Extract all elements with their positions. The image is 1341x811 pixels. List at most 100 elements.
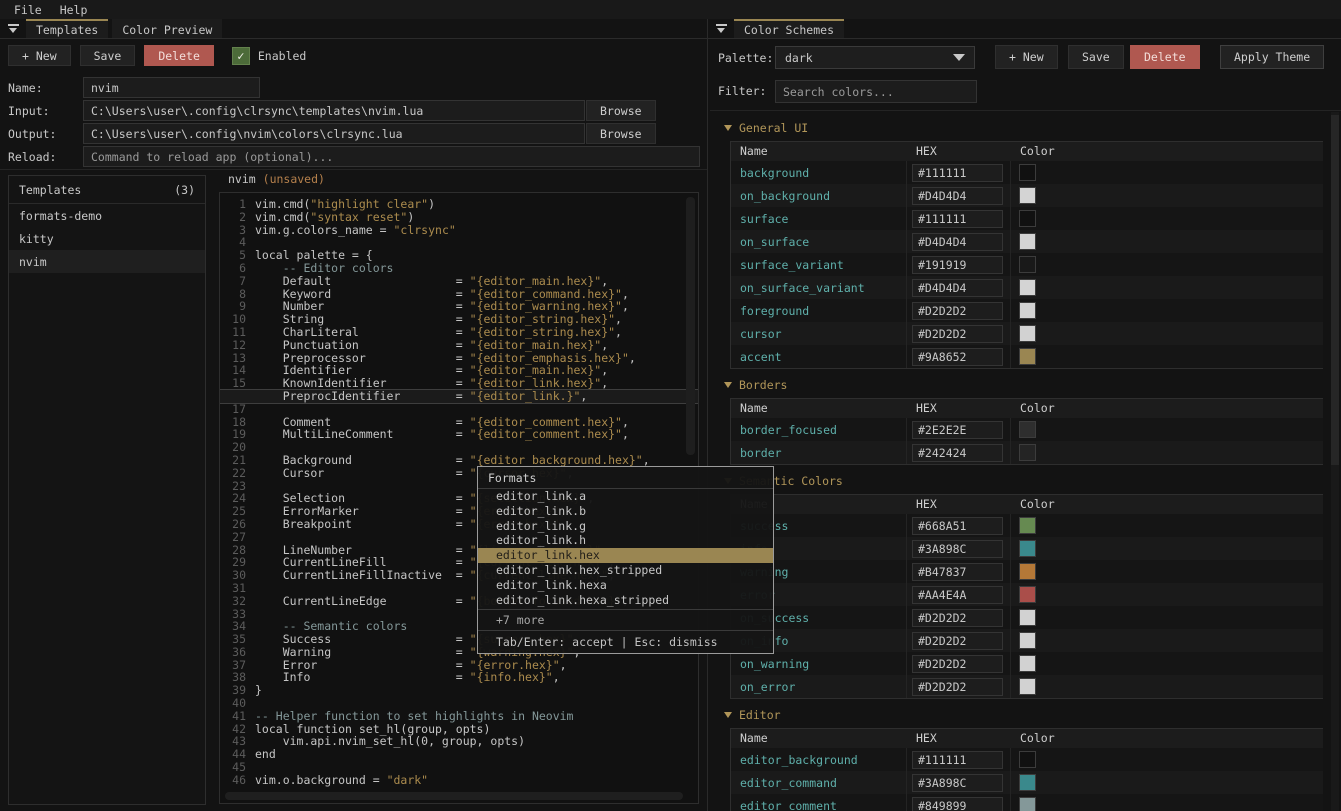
input-path-field[interactable] (83, 100, 585, 121)
hex-value-field[interactable]: #D2D2D2 (912, 609, 1003, 627)
hex-value-field[interactable]: #D2D2D2 (912, 632, 1003, 650)
line-number: 40 (220, 697, 246, 710)
template-list-item[interactable]: kitty (9, 227, 205, 250)
color-row: on_background#D4D4D4 (731, 184, 1323, 207)
color-swatch[interactable] (1019, 678, 1036, 695)
color-row: on_warning#D2D2D2 (731, 652, 1323, 675)
hex-value-field[interactable]: #9A8652 (912, 348, 1003, 366)
color-row: surface_variant#191919 (731, 253, 1323, 276)
hex-value-field[interactable]: #668A51 (912, 517, 1003, 535)
color-swatch[interactable] (1019, 774, 1036, 791)
code-line[interactable]: PreprocIdentifier = "{editor_link.}", (220, 390, 698, 403)
hex-value-field[interactable]: #849899 (912, 797, 1003, 811)
color-swatch[interactable] (1019, 325, 1036, 342)
menu-item-file[interactable]: File (14, 3, 42, 17)
hex-value-field[interactable]: #3A898C (912, 540, 1003, 558)
color-swatch[interactable] (1019, 586, 1036, 603)
tab-color-preview[interactable]: Color Preview (112, 19, 222, 38)
hex-value-field[interactable]: #242424 (912, 444, 1003, 462)
editor-horizontal-scrollbar[interactable] (225, 792, 683, 800)
popup-item[interactable]: editor_link.hex (478, 548, 773, 563)
popup-item[interactable]: editor_link.g (478, 519, 773, 534)
hex-value-field[interactable]: #AA4E4A (912, 586, 1003, 604)
section-header[interactable]: Semantic Colors (724, 474, 1323, 488)
color-filter-input[interactable] (775, 80, 977, 103)
color-swatch[interactable] (1019, 797, 1036, 811)
delete-palette-button[interactable]: Delete (1130, 45, 1200, 69)
template-name-input[interactable] (83, 77, 260, 98)
section-header[interactable]: Borders (724, 378, 1323, 392)
code-line[interactable]: 43 vim.api.nvim_set_hl(0, group, opts) (220, 735, 698, 748)
new-template-button[interactable]: + New (8, 45, 71, 66)
color-swatch[interactable] (1019, 632, 1036, 649)
color-swatch[interactable] (1019, 279, 1036, 296)
enabled-checkbox[interactable]: ✓ (232, 47, 250, 65)
color-swatch[interactable] (1019, 302, 1036, 319)
color-swatch[interactable] (1019, 751, 1036, 768)
color-swatch[interactable] (1019, 233, 1036, 250)
color-list-scrollbar[interactable] (1331, 112, 1339, 811)
color-swatch[interactable] (1019, 421, 1036, 438)
code-line[interactable]: 3vim.g.colors_name = "clrsync" (220, 224, 698, 237)
save-template-button[interactable]: Save (80, 45, 136, 66)
color-swatch[interactable] (1019, 164, 1036, 181)
code-line[interactable]: 44end (220, 748, 698, 761)
color-swatch-cell (1011, 794, 1323, 811)
hex-value-field[interactable]: #D2D2D2 (912, 678, 1003, 696)
apply-theme-button[interactable]: Apply Theme (1220, 45, 1324, 69)
popup-item[interactable]: editor_link.hexa (478, 578, 773, 593)
reload-command-field[interactable] (83, 146, 700, 167)
collapse-panel-icon[interactable] (716, 24, 727, 33)
section-header[interactable]: General UI (724, 121, 1323, 135)
color-swatch[interactable] (1019, 187, 1036, 204)
code-line[interactable]: 39} (220, 684, 698, 697)
new-palette-button[interactable]: + New (995, 45, 1058, 69)
color-swatch[interactable] (1019, 655, 1036, 672)
hex-value-field[interactable]: #111111 (912, 164, 1003, 182)
tab-color-schemes[interactable]: Color Schemes (734, 19, 844, 38)
color-swatch[interactable] (1019, 609, 1036, 626)
color-swatch[interactable] (1019, 444, 1036, 461)
tab-templates[interactable]: Templates (26, 19, 108, 38)
template-list-item[interactable]: formats-demo (9, 204, 205, 227)
color-swatch[interactable] (1019, 256, 1036, 273)
input-browse-button[interactable]: Browse (586, 100, 656, 121)
output-browse-button[interactable]: Browse (586, 123, 656, 144)
popup-item[interactable]: editor_link.hex_stripped (478, 563, 773, 578)
hex-value-field[interactable]: #111111 (912, 751, 1003, 769)
code-line[interactable]: 19 MultiLineComment = "{editor_comment.h… (220, 428, 698, 441)
hex-value-field[interactable]: #D2D2D2 (912, 302, 1003, 320)
menu-item-help[interactable]: Help (60, 3, 88, 17)
popup-item[interactable]: editor_link.hexa_stripped (478, 593, 773, 608)
hex-value-field[interactable]: #191919 (912, 256, 1003, 274)
popup-item-list: editor_link.aeditor_link.beditor_link.ge… (478, 489, 773, 607)
hex-value-field[interactable]: #3A898C (912, 774, 1003, 792)
hex-value-field[interactable]: #D4D4D4 (912, 233, 1003, 251)
hex-value-field[interactable]: #D4D4D4 (912, 187, 1003, 205)
color-swatch[interactable] (1019, 210, 1036, 227)
editor-vertical-scrollbar[interactable] (686, 197, 695, 455)
popup-item[interactable]: editor_link.b (478, 504, 773, 519)
hex-value-field[interactable]: #D4D4D4 (912, 279, 1003, 297)
code-line[interactable]: 38 Info = "{info.hex}", (220, 671, 698, 684)
color-swatch[interactable] (1019, 348, 1036, 365)
color-row: editor_command#3A898C (731, 771, 1323, 794)
section-header[interactable]: Editor (724, 708, 1323, 722)
output-path-field[interactable] (83, 123, 585, 144)
hex-value-field[interactable]: #2E2E2E (912, 421, 1003, 439)
hex-value-field[interactable]: #B47837 (912, 563, 1003, 581)
hex-value-field[interactable]: #D2D2D2 (912, 655, 1003, 673)
template-list-item[interactable]: nvim (9, 250, 205, 273)
delete-template-button[interactable]: Delete (144, 45, 214, 66)
color-swatch[interactable] (1019, 563, 1036, 580)
palette-dropdown[interactable]: dark (775, 46, 975, 69)
hex-value-field[interactable]: #111111 (912, 210, 1003, 228)
color-swatch[interactable] (1019, 517, 1036, 534)
popup-item[interactable]: editor_link.a (478, 489, 773, 504)
popup-item[interactable]: editor_link.h (478, 533, 773, 548)
save-palette-button[interactable]: Save (1068, 45, 1124, 69)
hex-value-field[interactable]: #D2D2D2 (912, 325, 1003, 343)
color-swatch[interactable] (1019, 540, 1036, 557)
collapse-panel-icon[interactable] (8, 24, 19, 33)
code-line[interactable]: 46vim.o.background = "dark" (220, 774, 698, 787)
